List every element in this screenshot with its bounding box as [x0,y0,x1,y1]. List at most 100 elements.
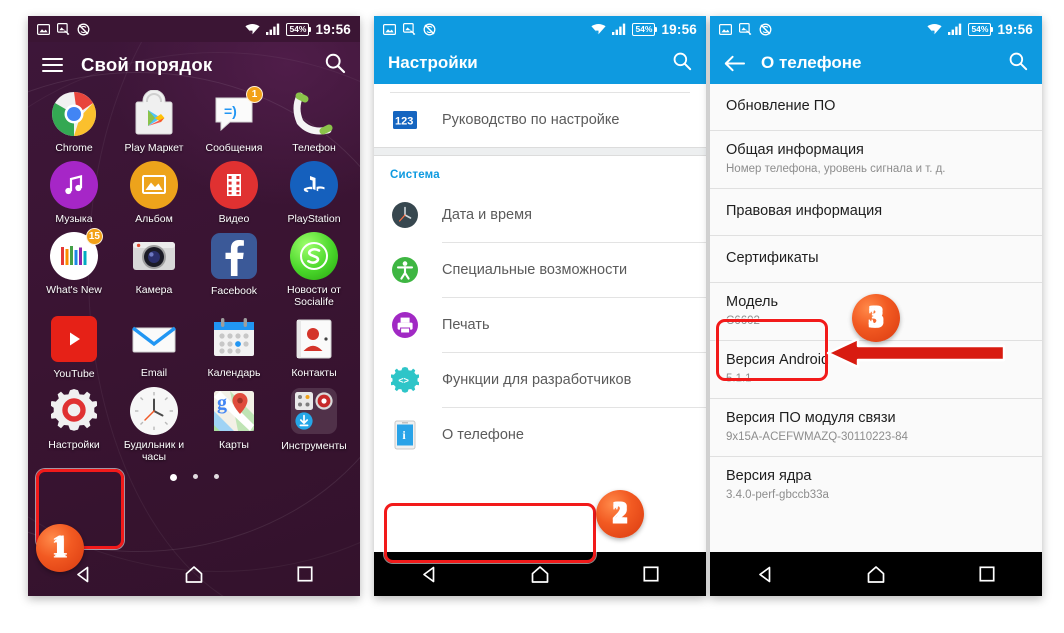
video-icon [210,161,258,209]
image-icon [719,23,732,35]
settings-row-accessibility[interactable]: Специальные возможности [374,243,706,297]
back-triangle-icon[interactable] [408,565,450,584]
page-dot-active[interactable] [169,474,177,481]
settings-app-bar: Настройки [374,42,706,84]
app-label: Инструменты [281,440,347,452]
about-row-title: Обновление ПО [726,98,836,114]
youtube-icon [50,316,98,364]
page-dot[interactable] [192,474,198,479]
app-icon-messages[interactable]: =) 1 Сообщения [194,86,274,154]
settings-row-print[interactable]: Печать [374,298,706,352]
app-label: Контакты [291,367,337,379]
settings-row-developer-options[interactable]: <> Функции для разработчиков [374,353,706,407]
recents-square-icon[interactable] [630,565,672,583]
svg-text:=): =) [224,103,237,119]
home-wallpaper: Свой порядок Chrome Play Маркет =) 1 Соо… [28,42,360,596]
accessibility-icon [390,255,420,285]
phone-screenshot-home: 54% 19:56 Свой порядок Chrome Play Марке… [28,16,360,596]
settings-row-about-phone[interactable]: i О телефоне [374,408,706,462]
album-icon [130,161,178,209]
no-sync-icon [759,23,772,35]
notification-badge: 15 [85,228,103,245]
app-icon-music[interactable]: Музыка [34,161,114,225]
hamburger-menu-icon[interactable] [42,54,63,76]
about-row-certificates[interactable]: Сертификаты [710,236,1042,282]
home-icon[interactable] [173,565,215,584]
app-label: Будильник и часы [123,439,185,463]
step-number: 3 [869,302,883,333]
wifi-icon [927,24,943,35]
about-row-kernel-version[interactable]: Версия ядра 3.4.0-perf-gbccb33a [710,457,1042,514]
app-icon-play-market[interactable]: Play Маркет [114,89,194,154]
svg-text:g: g [217,392,227,414]
step-badge-3: 3 [852,294,900,342]
home-icon[interactable] [855,565,897,584]
app-icon-youtube[interactable]: YouTube [34,315,114,380]
about-row-general-info[interactable]: Общая информация Номер телефона, уровень… [710,131,1042,188]
settings-row-label: Печать [442,317,490,333]
app-icon-phone[interactable]: Телефон [274,90,354,154]
search-icon[interactable] [1008,51,1028,76]
settings-row-setup-guide[interactable]: 123 Руководство по настройке [374,93,706,147]
home-title: Свой порядок [81,54,213,75]
settings-row-date-time[interactable]: Дата и время [374,188,706,242]
search-icon[interactable] [324,52,346,79]
app-icon-chrome[interactable]: Chrome [34,90,114,154]
app-label: Chrome [55,142,93,154]
about-row-title: Общая информация [726,142,864,158]
tools-folder-icon [290,388,338,436]
app-icon-email[interactable]: Email [114,315,194,380]
about-row-title: Правовая информация [726,203,883,219]
app-icon-facebook[interactable]: Facebook [194,232,274,308]
svg-text:<>: <> [398,375,409,385]
app-icon-video[interactable]: Видео [194,161,274,225]
camera-icon [130,232,178,280]
recents-square-icon[interactable] [284,565,326,583]
email-icon [130,315,178,363]
wifi-icon [591,24,607,35]
settings-row-label: О телефоне [442,427,524,443]
about-row-android-version[interactable]: Версия Android 5.1.1 [710,341,1042,398]
about-row-subtitle: 5.1.1 [726,373,752,385]
status-bar-left-icons [383,23,436,36]
about-row-title: Версия ПО модуля связи [726,410,896,426]
about-row-software-update[interactable]: Обновление ПО [710,84,1042,130]
about-row-legal-info[interactable]: Правовая информация [710,189,1042,235]
step-badge-2: 2 [596,490,644,538]
status-bar-left-icons [719,23,772,36]
page-dot[interactable] [213,474,219,479]
app-icon-settings[interactable]: Настройки [34,387,114,463]
back-arrow-icon[interactable] [724,55,745,72]
app-folder-tools[interactable]: Инструменты [274,387,354,463]
app-label: YouTube [53,368,95,380]
signal-icon [612,23,626,35]
clock-icon [390,200,420,230]
search-icon[interactable] [672,51,692,76]
app-icon-contacts[interactable]: Контакты [274,315,354,380]
app-label: Сообщения [205,142,263,154]
status-bar-clock: 19:56 [661,21,697,37]
no-sync-icon [423,23,436,35]
app-icon-socialife[interactable]: Новости от Socialife [274,232,354,308]
home-icon[interactable] [519,565,561,584]
app-icon-alarm-clock[interactable]: Будильник и часы [114,387,194,463]
phone-icon [290,90,338,138]
app-icon-whats-new[interactable]: 15 What's New [34,228,114,308]
back-triangle-icon[interactable] [744,565,786,584]
app-icon-maps[interactable]: g Карты [194,387,274,463]
setup-guide-123-icon: 123 [390,105,420,135]
recents-square-icon[interactable] [966,565,1008,583]
app-label: Видео [218,213,250,225]
status-bar-home: 54% 19:56 [28,16,360,42]
app-icon-playstation[interactable]: PlayStation [274,161,354,225]
status-bar-right-icons: 54% 19:56 [245,22,351,37]
page-title: О телефоне [761,53,862,72]
settings-row-label: Руководство по настройке [442,112,620,128]
app-label: Музыка [55,213,93,225]
about-row-baseband-version[interactable]: Версия ПО модуля связи 9x15A-ACEFWMAZQ-3… [710,399,1042,456]
home-toolbar: Свой порядок [28,42,360,88]
app-icon-calendar[interactable]: Календарь [194,315,274,380]
playstation-icon [290,161,338,209]
app-icon-album[interactable]: Альбом [114,161,194,225]
app-icon-camera[interactable]: Камера [114,232,194,308]
